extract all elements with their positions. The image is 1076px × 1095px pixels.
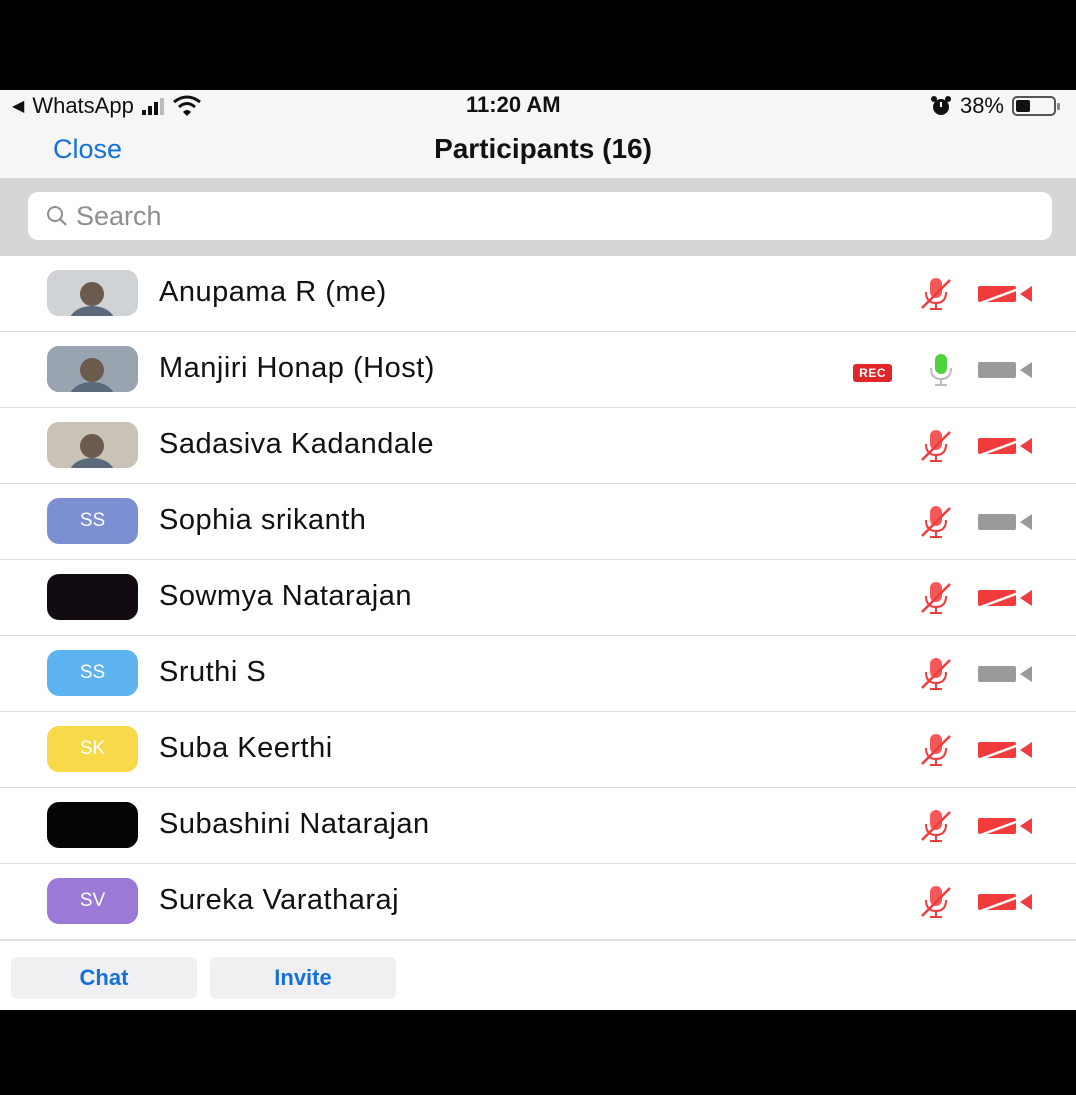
avatar-initials: SV — [79, 890, 106, 911]
mic-muted-icon — [918, 504, 954, 545]
status-time: 11:20 AM — [466, 92, 561, 117]
avatar-photo — [47, 346, 138, 392]
mic-muted-icon — [918, 656, 954, 697]
video-off-icon — [976, 814, 1034, 843]
video-off-icon — [976, 890, 1034, 919]
participant-status-icons — [918, 732, 1034, 773]
avatar — [47, 802, 138, 848]
participant-status-icons — [918, 504, 1034, 545]
participant-name: Sadasiva Kadandale — [159, 428, 435, 460]
battery-fill — [1016, 100, 1030, 112]
avatar-initials: SS — [79, 510, 106, 531]
mic-muted-icon — [918, 884, 954, 925]
back-app-label: WhatsApp — [32, 93, 134, 118]
wifi-icon — [172, 95, 201, 116]
mic-muted-icon — [918, 580, 954, 621]
video-off-icon — [976, 738, 1034, 767]
participant-name: Sophia srikanth — [159, 504, 367, 536]
alarm-icon — [930, 96, 951, 115]
header: Close Participants (16) — [0, 124, 1076, 178]
participant-status-icons — [918, 428, 1034, 469]
video-off-icon — [976, 434, 1034, 463]
participant-row[interactable]: Anupama R (me) — [0, 256, 1076, 332]
avatar-photo — [47, 270, 138, 316]
status-right: 38% — [930, 93, 1060, 119]
status-bar: ◀ WhatsApp 11:20 AM 38% — [0, 90, 1076, 124]
participant-status-icons — [918, 808, 1034, 849]
participant-row[interactable]: Sowmya Natarajan — [0, 560, 1076, 636]
page-title: Participants (16) — [434, 133, 652, 164]
video-icon — [976, 510, 1034, 539]
avatar — [47, 574, 138, 620]
avatar — [47, 422, 138, 468]
participant-row[interactable]: SK Suba Keerthi — [0, 712, 1076, 788]
avatar: SS — [47, 650, 138, 696]
participant-row[interactable]: SS Sophia srikanth — [0, 484, 1076, 560]
avatar-initials: SS — [79, 662, 106, 683]
participants-screen: ◀ WhatsApp 11:20 AM 38% Close Participan… — [0, 90, 1076, 1010]
participant-row[interactable]: Manjiri Honap (Host) REC — [0, 332, 1076, 408]
participant-name: Manjiri Honap (Host) — [159, 352, 435, 384]
battery-percent: 38% — [959, 93, 1004, 118]
search-input[interactable] — [76, 200, 976, 232]
participant-status-icons — [918, 884, 1034, 925]
participant-name: Sowmya Natarajan — [159, 580, 412, 612]
participant-row[interactable]: SV Sureka Varatharaj — [0, 864, 1076, 940]
top-black-bar — [0, 0, 1076, 90]
search-bar — [0, 178, 1076, 256]
avatar-photo — [47, 422, 138, 468]
participant-status-icons — [918, 276, 1034, 317]
participant-status-icons — [918, 580, 1034, 621]
invite-button[interactable]: Invite — [210, 957, 396, 999]
back-arrow-icon: ◀ — [12, 98, 25, 115]
participant-name: Suba Keerthi — [159, 732, 333, 764]
participant-name: Subashini Natarajan — [159, 808, 430, 840]
avatar: SV — [47, 878, 138, 924]
participant-name: Sureka Varatharaj — [159, 884, 400, 916]
avatar — [47, 346, 138, 392]
participant-row[interactable]: Subashini Natarajan — [0, 788, 1076, 864]
avatar — [47, 270, 138, 316]
signal-icon — [141, 97, 164, 115]
mic-muted-icon — [918, 808, 954, 849]
avatar-initials: SK — [79, 738, 106, 759]
participant-status-icons: REC — [853, 352, 1034, 393]
mic-muted-icon — [918, 732, 954, 773]
video-off-icon — [976, 586, 1034, 615]
chat-button[interactable]: Chat — [11, 957, 197, 999]
status-left[interactable]: ◀ WhatsApp — [12, 93, 202, 119]
search-box[interactable] — [28, 192, 1052, 240]
mic-on-icon — [928, 352, 954, 393]
battery-icon — [1012, 96, 1060, 116]
video-off-icon — [976, 282, 1034, 311]
video-icon — [976, 662, 1034, 691]
footer-toolbar: Chat Invite — [0, 940, 1076, 1010]
rec-badge: REC — [853, 363, 892, 382]
mic-muted-icon — [918, 276, 954, 317]
participant-status-icons — [918, 656, 1034, 697]
avatar: SS — [47, 498, 138, 544]
mic-muted-icon — [918, 428, 954, 469]
participant-row[interactable]: SS Sruthi S — [0, 636, 1076, 712]
search-icon — [47, 206, 67, 226]
participant-list: Anupama R (me) Manjiri Honap (Host) REC S… — [0, 256, 1076, 940]
participant-name: Anupama R (me) — [159, 276, 387, 308]
participant-row[interactable]: Sadasiva Kadandale — [0, 408, 1076, 484]
bottom-black-bar — [0, 1010, 1076, 1095]
avatar: SK — [47, 726, 138, 772]
video-icon — [976, 358, 1034, 387]
participant-name: Sruthi S — [159, 656, 267, 688]
